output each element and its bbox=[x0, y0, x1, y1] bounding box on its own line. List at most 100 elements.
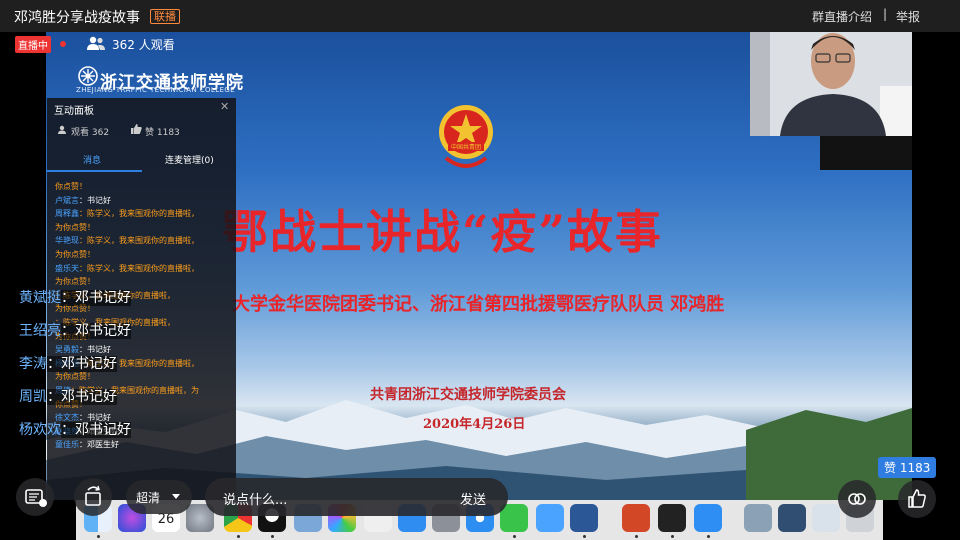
message-item: 为你点赞！ bbox=[55, 275, 233, 289]
presenter-webcam[interactable] bbox=[750, 16, 912, 136]
svg-text:中国共青团: 中国共青团 bbox=[451, 143, 481, 151]
running-app-dot bbox=[271, 535, 274, 538]
message-user[interactable]: 童佳乐 bbox=[55, 440, 79, 449]
message-item: 盛乐天：陈学义，我来围观你的直播啦， bbox=[55, 262, 233, 276]
rotate-icon bbox=[85, 485, 101, 506]
chat-input-placeholder: 说点什么... bbox=[223, 493, 288, 508]
danmaku-comment: 李涛：邓书记好 bbox=[19, 355, 117, 373]
panel-like-count: 赞 1183 bbox=[145, 128, 180, 138]
message-item: 周释鑫：陈学义，我来围观你的直播啦， bbox=[55, 207, 233, 221]
live-indicator-dot bbox=[60, 41, 66, 47]
slide-title: 鄂战士讲战“疫”故事 bbox=[222, 205, 663, 259]
message-text: 为你点赞！ bbox=[55, 372, 95, 382]
danmaku-user: 黄斌挺 bbox=[19, 290, 61, 306]
running-app-dot bbox=[97, 535, 100, 538]
danmaku-user: 杨欢欢 bbox=[19, 422, 61, 438]
running-app-dot bbox=[583, 535, 586, 538]
danmaku-text: ：邓书记好 bbox=[61, 323, 131, 339]
panel-thumbs-up-icon bbox=[131, 124, 142, 134]
message-text: 为你点赞！ bbox=[55, 222, 95, 232]
window-thumb-3-icon[interactable] bbox=[812, 504, 840, 532]
viewers-icon bbox=[87, 36, 105, 50]
message-text: 为你点赞！ bbox=[55, 249, 95, 259]
word-icon[interactable] bbox=[570, 504, 598, 532]
danmaku-text: ：邓书记好 bbox=[61, 290, 131, 306]
share-button[interactable] bbox=[838, 480, 876, 518]
rotate-screen-button[interactable] bbox=[74, 478, 112, 516]
message-text: 你点赞！ bbox=[55, 182, 87, 191]
like-button[interactable] bbox=[898, 480, 936, 518]
message-item: 你点赞！ bbox=[55, 180, 233, 194]
active-tab-indicator bbox=[47, 170, 142, 172]
danmaku-comment: 杨欢欢：邓书记好 bbox=[19, 421, 131, 439]
tab-mic-connect[interactable]: 连麦管理(0) bbox=[165, 153, 214, 166]
webcam-shadow bbox=[820, 136, 912, 170]
viewer-count: 362 人观看 bbox=[112, 38, 175, 52]
danmaku-comment: 周凯：邓书记好 bbox=[19, 388, 117, 406]
message-item: 卢斌言：书记好 bbox=[55, 194, 233, 208]
group-live-intro-link[interactable]: 群直播介绍 bbox=[812, 8, 872, 25]
college-logo-icon bbox=[78, 66, 98, 86]
like-count-badge: 赞 1183 bbox=[878, 457, 937, 478]
panel-view-count: 观看 362 bbox=[71, 128, 110, 138]
message-text: 为你点赞！ bbox=[55, 277, 95, 287]
danmaku-comment: 黄斌挺：邓书记好 bbox=[19, 289, 131, 307]
thumbs-up-icon bbox=[908, 489, 926, 508]
message-text: ：陈学义，我来围观你的直播啦， bbox=[79, 236, 199, 246]
college-name-english: ZHEJIANG TRAFFIC TECHNICIAN COLLEGE bbox=[76, 86, 235, 94]
report-link[interactable]: 举报 bbox=[896, 8, 920, 25]
link-icon bbox=[848, 493, 866, 505]
danmaku-text: ：邓书记好 bbox=[47, 356, 117, 372]
panel-title: 互动面板 bbox=[54, 106, 94, 117]
message-user[interactable]: 华艳现 bbox=[55, 236, 79, 245]
broadcast-tag: 联播 bbox=[150, 9, 180, 24]
message-item: 为你点赞！ bbox=[55, 248, 233, 262]
voice-icon[interactable] bbox=[536, 504, 564, 532]
message-text: ：书记好 bbox=[79, 345, 111, 355]
running-app-dot bbox=[671, 535, 674, 538]
message-text: ：陈学义，我来围观你的直播啦， bbox=[79, 263, 199, 273]
message-user[interactable]: 周释鑫 bbox=[55, 209, 79, 218]
message-item: 为你点赞！ bbox=[55, 221, 233, 235]
message-text: ：邓医生好 bbox=[79, 440, 119, 450]
message-text: ：书记好 bbox=[79, 195, 111, 205]
slide-date: 2020年4月26日 bbox=[423, 417, 526, 432]
slide-organizer: 共青团浙江交通技师学院委员会 bbox=[370, 387, 566, 403]
window-thumb-1-icon[interactable] bbox=[744, 504, 772, 532]
danmaku-user: 王绍亮 bbox=[19, 323, 61, 339]
terminal-icon[interactable] bbox=[658, 504, 686, 532]
message-user[interactable]: 盛乐天 bbox=[55, 264, 79, 273]
header-separator: | bbox=[882, 7, 887, 21]
tab-messages[interactable]: 消息 bbox=[83, 153, 101, 166]
message-user[interactable]: 卢斌言 bbox=[55, 196, 79, 205]
presenter-video-icon bbox=[750, 16, 912, 136]
quality-label: 超清 bbox=[136, 491, 161, 505]
danmaku-user: 李涛 bbox=[19, 356, 47, 372]
panel-viewers-icon bbox=[58, 125, 66, 134]
danmaku-comment: 王绍亮：邓书记好 bbox=[19, 322, 131, 340]
panel-close-button[interactable]: ✕ bbox=[220, 100, 229, 113]
slide-subtitle: 大学金华医院团委书记、浙江省第四批援鄂医疗队队员 邓鸿胜 bbox=[232, 294, 725, 315]
message-text: ：陈学义，我来围观你的直播啦， bbox=[79, 209, 199, 219]
danmaku-icon bbox=[25, 489, 47, 507]
top-bar: 邓鸿胜分享战疫故事 联播 群直播介绍 | 举报 bbox=[0, 0, 960, 32]
danmaku-user: 周凯 bbox=[19, 389, 47, 405]
message-list[interactable]: 你点赞！ 卢斌言：书记好 周释鑫：陈学义，我来围观你的直播啦， 为你点赞！ 华艳现：陈学… bbox=[55, 180, 233, 452]
running-app-dot bbox=[237, 535, 240, 538]
youth-league-emblem-icon: 中国共青团 bbox=[439, 105, 493, 168]
quality-select[interactable]: 超清 bbox=[126, 480, 192, 514]
danmaku-text: ：邓书记好 bbox=[47, 389, 117, 405]
stream-title: 邓鸿胜分享战疫故事 bbox=[14, 10, 140, 26]
chat-input[interactable]: 说点什么... 发送 bbox=[205, 478, 508, 516]
message-user[interactable]: 吴勇毅 bbox=[55, 345, 79, 354]
window-thumb-2-icon[interactable] bbox=[778, 504, 806, 532]
live-badge: 直播中 bbox=[15, 36, 51, 53]
send-button[interactable]: 发送 bbox=[460, 489, 486, 508]
dingtalk-icon[interactable] bbox=[694, 504, 722, 532]
running-app-dot bbox=[707, 535, 710, 538]
powerpoint-icon[interactable] bbox=[622, 504, 650, 532]
message-item: 童佳乐：邓医生好 bbox=[55, 438, 233, 452]
danmaku-toggle-button[interactable] bbox=[16, 478, 54, 516]
running-app-dot bbox=[635, 535, 638, 538]
message-item: 华艳现：陈学义，我来围观你的直播啦， bbox=[55, 234, 233, 248]
